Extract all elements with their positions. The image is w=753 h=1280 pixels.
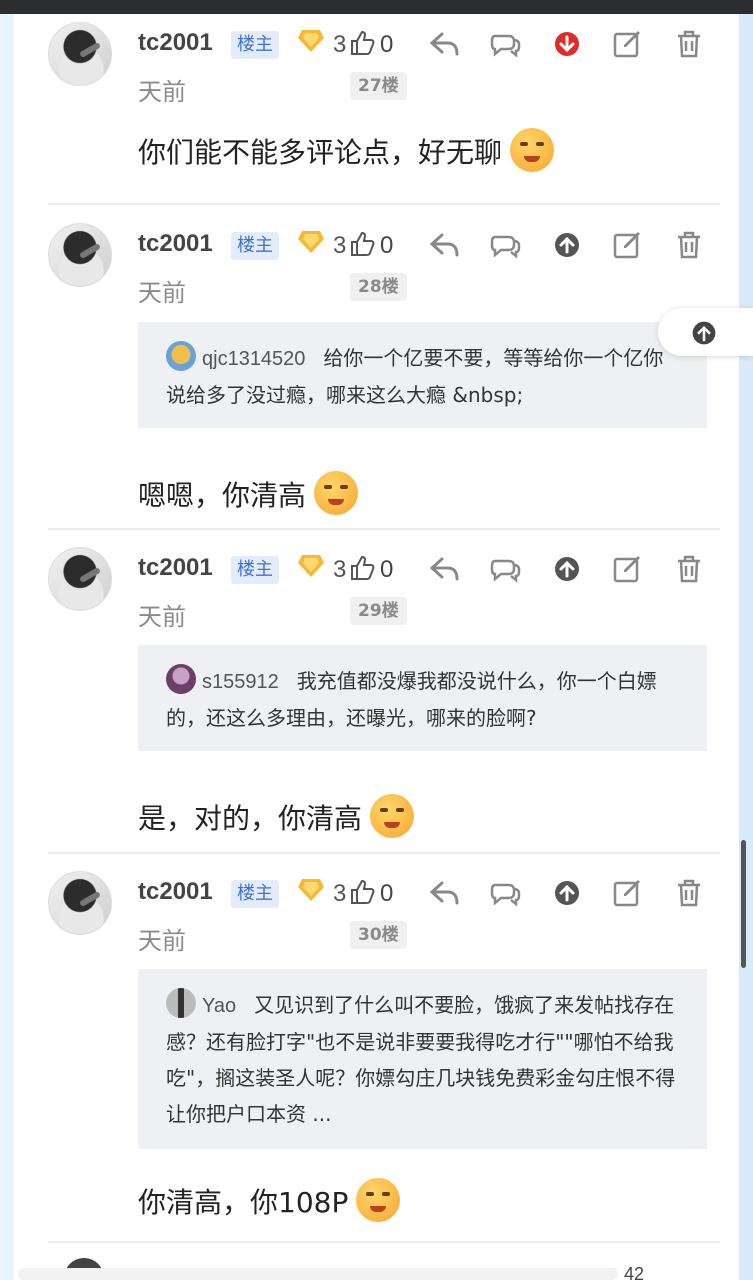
delete-icon[interactable] [673,553,705,585]
comment-item: tc2001 楼主 3 0 天前 29楼 s155912 我充值都没爆我都没说什么… [14,539,739,854]
comment-text: 你清高，你108P [138,1178,401,1222]
comment-text-content: 嗯嗯，你清高 [138,479,307,512]
comment-item: tc2001 楼主 3 0 天前 28楼 qjc1314520 给你一个亿要不要，… [14,215,739,530]
comment-icon[interactable] [489,877,521,909]
floor-badge: 29楼 [350,597,407,625]
post-time: 天前 [138,927,186,955]
page-margin-left [0,14,14,1280]
page-margin-right [739,14,753,1280]
delete-icon[interactable] [673,229,705,261]
arrow-up-icon [692,321,716,345]
avatar[interactable] [48,871,112,935]
like-count: 0 [380,880,394,907]
thumbs-up-icon[interactable] [349,555,375,581]
comment-text-content: 你清高，你108P [138,1186,349,1219]
edit-icon[interactable] [611,877,643,909]
comment-text: 是，对的，你清高 [138,794,415,838]
comment-text: 嗯嗯，你清高 [138,471,359,515]
level-number: 3 [333,31,347,58]
level-number: 3 [333,232,347,259]
diamond-icon [298,555,324,577]
tongue-emoji-icon [356,1178,401,1222]
comment-icon[interactable] [489,229,521,261]
downvote-icon[interactable] [551,28,583,60]
reply-icon[interactable] [428,28,460,60]
comment-item: tc2001 楼主 3 0 天前 27楼 你们能不能多评论点，好无聊 [14,14,739,205]
reply-input[interactable] [18,1268,618,1280]
avatar[interactable] [48,223,112,287]
like-count: 0 [380,31,394,58]
comment-icon[interactable] [489,553,521,585]
reply-icon[interactable] [428,553,460,585]
username[interactable]: tc2001 [138,29,213,57]
floor-badge: 30楼 [350,921,407,949]
upvote-icon[interactable] [551,229,583,261]
quoted-user-avatar [166,664,196,694]
username[interactable]: tc2001 [138,554,213,582]
reply-icon[interactable] [428,229,460,261]
comment-count: 42 [624,1264,645,1280]
thumbs-up-icon[interactable] [349,231,375,257]
quoted-username[interactable]: qjc1314520 [202,348,305,370]
quoted-comment[interactable]: qjc1314520 给你一个亿要不要，等等给你一个亿你说给多了没过瘾，哪来这么大… [138,322,707,428]
edit-icon[interactable] [611,28,643,60]
owner-badge: 楼主 [231,556,279,584]
comment-list: tc2001 楼主 3 0 天前 27楼 你们能不能多评论点，好无聊 tc200… [14,14,739,1280]
comment-text: 你们能不能多评论点，好无聊 [138,128,555,172]
upvote-icon[interactable] [551,877,583,909]
post-time: 天前 [138,78,186,106]
quoted-user-avatar [166,341,196,371]
quoted-comment[interactable]: Yao 又见识到了什么叫不要脸，饿疯了来发帖找存在感？还有脸打字"也不是说非要要我… [138,969,707,1149]
status-bar [0,0,753,14]
diamond-icon [298,879,324,901]
avatar[interactable] [48,22,112,86]
username[interactable]: tc2001 [138,230,213,258]
owner-badge: 楼主 [231,31,279,59]
post-time: 天前 [138,603,186,631]
level-number: 3 [333,880,347,907]
delete-icon[interactable] [673,877,705,909]
edit-icon[interactable] [611,229,643,261]
smirk-emoji-icon [510,128,555,172]
like-count: 0 [380,556,394,583]
quoted-comment[interactable]: s155912 我充值都没爆我都没说什么，你一个白嫖的，还这么多理由，还曝光，哪来… [138,645,707,751]
upvote-icon[interactable] [551,553,583,585]
username[interactable]: tc2001 [138,878,213,906]
quoted-user-avatar [166,988,196,1018]
owner-badge: 楼主 [231,232,279,260]
quoted-text: 又见识到了什么叫不要脸，饿疯了来发帖找存在感？还有脸打字"也不是说非要要我得吃才… [166,993,676,1126]
thumbs-up-icon[interactable] [349,879,375,905]
diamond-icon [298,30,324,52]
reply-icon[interactable] [428,877,460,909]
divider [48,528,720,530]
comment-item: tc2001 楼主 3 0 天前 30楼 Yao 又见识到了什么叫不要脸，饿疯了来… [14,863,739,1243]
giggle-emoji-icon [370,794,415,838]
scrollbar[interactable] [741,840,746,968]
avatar[interactable] [48,547,112,611]
diamond-icon [298,231,324,253]
thumbs-up-icon[interactable] [349,30,375,56]
divider [48,203,720,205]
comment-text-content: 是，对的，你清高 [138,802,363,835]
owner-badge: 楼主 [231,880,279,908]
delete-icon[interactable] [673,28,705,60]
edit-icon[interactable] [611,553,643,585]
level-number: 3 [333,556,347,583]
post-time: 天前 [138,279,186,307]
like-count: 0 [380,232,394,259]
scroll-to-top-button[interactable] [658,308,753,356]
comment-text-content: 你们能不能多评论点，好无聊 [138,136,503,169]
divider [48,1241,720,1243]
quoted-username[interactable]: Yao [202,995,236,1017]
comment-icon[interactable] [489,28,521,60]
quoted-username[interactable]: s155912 [202,671,279,693]
smug-emoji-icon [314,471,359,515]
floor-badge: 27楼 [350,72,407,100]
floor-badge: 28楼 [350,273,407,301]
divider [48,852,720,854]
